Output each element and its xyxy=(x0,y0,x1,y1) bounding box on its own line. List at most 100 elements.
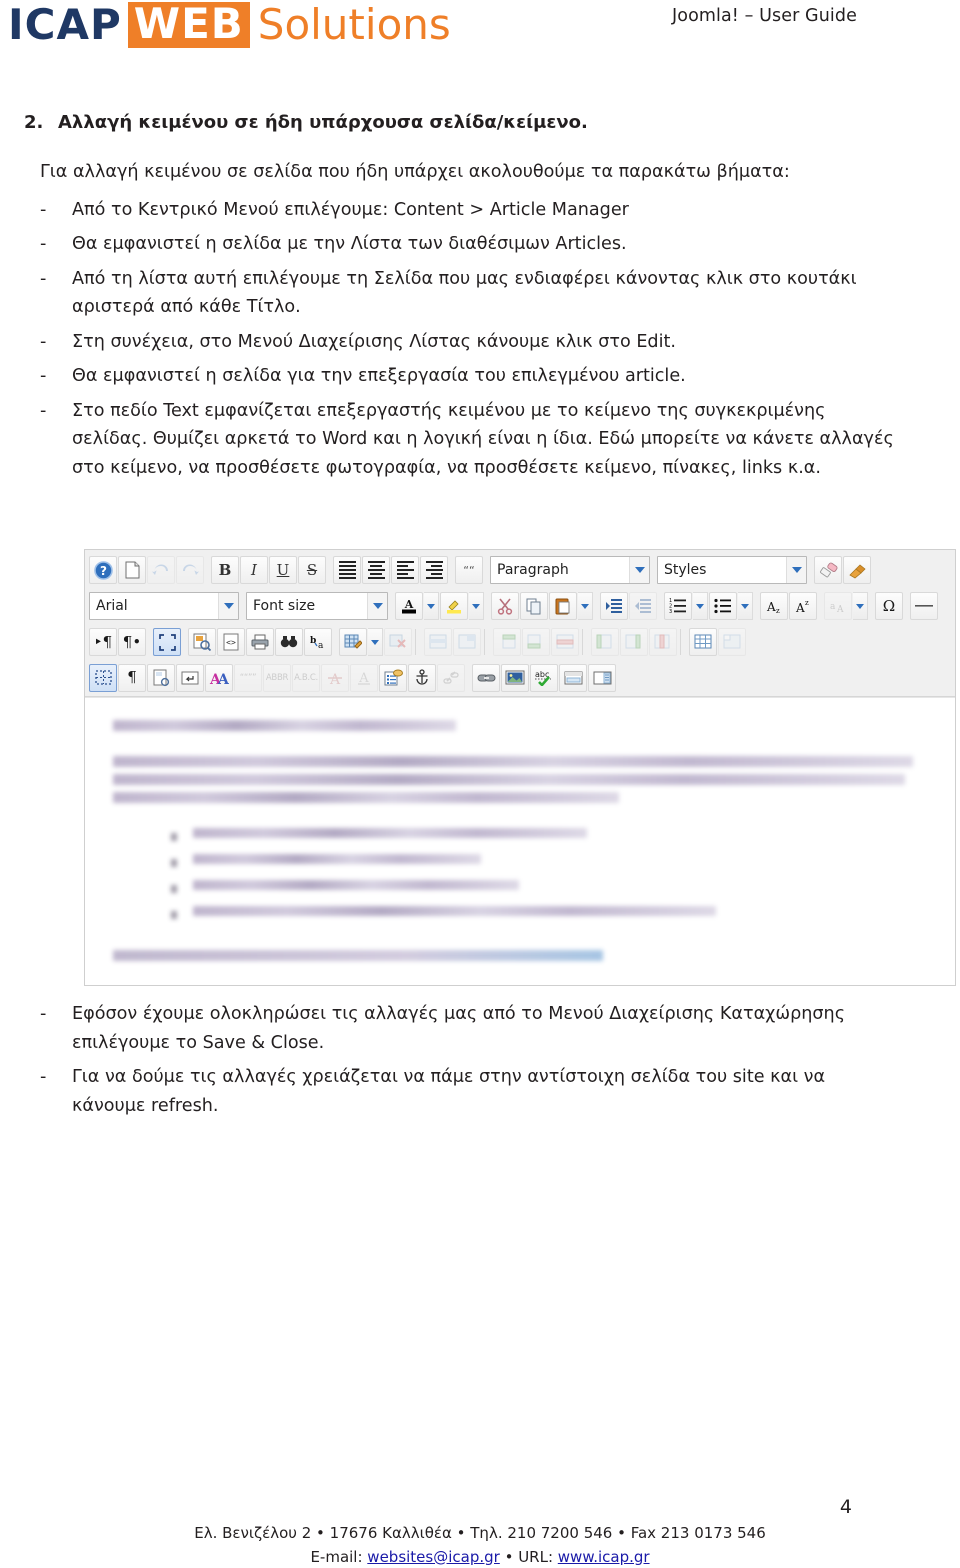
list-item: - Από τη λίστα αυτή επιλέγουμε τη Σελίδα… xyxy=(0,265,960,322)
source-code-icon[interactable]: <> xyxy=(217,628,245,656)
italic-icon[interactable]: I xyxy=(240,556,268,584)
delete-table-icon[interactable] xyxy=(384,628,412,656)
chevron-down-icon[interactable] xyxy=(218,593,238,619)
paragraph-rtl-icon[interactable]: ¶• xyxy=(118,628,146,656)
text-color-icon[interactable]: A xyxy=(395,592,423,620)
bullet-marker: - xyxy=(40,400,47,421)
paragraph-ltr-icon[interactable]: ‣¶ xyxy=(89,628,117,656)
subscript-icon[interactable]: Az xyxy=(760,592,788,620)
insert-iframe-icon[interactable] xyxy=(588,663,616,692)
chevron-down-icon[interactable] xyxy=(367,593,387,619)
unlink-icon[interactable] xyxy=(437,663,465,692)
quote-icon[interactable]: ““”” xyxy=(234,663,262,692)
paste-dropdown[interactable] xyxy=(578,592,593,620)
numbered-list-dropdown[interactable] xyxy=(693,592,708,620)
underline-icon[interactable]: U xyxy=(269,556,297,584)
font-family-select[interactable]: Arial xyxy=(89,592,239,620)
logo-text-icap: ICAP xyxy=(8,0,122,49)
page-number: 4 xyxy=(839,1496,852,1518)
cut-icon[interactable] xyxy=(491,592,519,620)
print-icon[interactable] xyxy=(246,628,274,656)
svg-text:A: A xyxy=(404,598,414,611)
redo-icon[interactable] xyxy=(176,556,204,584)
intro-paragraph: Για αλλαγή κειμένου σε σελίδα που ήδη υπ… xyxy=(40,162,790,182)
help-icon[interactable]: ? xyxy=(89,556,117,584)
paragraph-format-select[interactable]: Paragraph xyxy=(490,556,650,584)
styles-select[interactable]: Styles xyxy=(657,556,807,584)
acronym-icon[interactable]: A.B.C. xyxy=(292,663,320,692)
bulleted-list-dropdown[interactable] xyxy=(738,592,753,620)
styles-value: Styles xyxy=(664,562,707,578)
delete-column-icon[interactable] xyxy=(649,628,677,656)
footer-url-link[interactable]: www.icap.gr xyxy=(558,1548,650,1566)
anchor-icon[interactable] xyxy=(408,663,436,692)
table-row-props-icon[interactable] xyxy=(424,628,452,656)
insert-image-icon[interactable] xyxy=(501,663,529,692)
highlight-color-icon[interactable] xyxy=(440,592,468,620)
insert-column-after-icon[interactable] xyxy=(620,628,648,656)
preview-icon[interactable] xyxy=(188,628,216,656)
font-size-select[interactable]: Font size xyxy=(246,592,388,620)
text-color-dropdown[interactable] xyxy=(424,592,439,620)
editor-content-area[interactable] xyxy=(85,697,955,985)
footer-email-link[interactable]: websites@icap.gr xyxy=(367,1548,500,1566)
copy-icon[interactable] xyxy=(520,592,548,620)
indent-increase-icon[interactable] xyxy=(600,592,628,620)
toolbar-row-2: Arial Font size A 1 2 3 A z A z a A Ω xyxy=(85,588,955,624)
insert-table-dropdown[interactable] xyxy=(368,628,383,656)
font-style-icon[interactable]: AA xyxy=(205,663,233,692)
insert-row-after-icon[interactable] xyxy=(522,628,550,656)
anchor-link-icon[interactable]: aA xyxy=(824,592,852,620)
special-character-icon[interactable]: Ω xyxy=(875,592,903,620)
abbreviation-icon[interactable]: ABBR xyxy=(263,663,291,692)
blockquote-icon[interactable]: ““ xyxy=(455,556,483,584)
list-item-text: Θα εμφανιστεί η σελίδα για την επεξεργασ… xyxy=(72,366,686,386)
bulleted-list-icon[interactable] xyxy=(709,592,737,620)
insert-layer-icon[interactable] xyxy=(559,663,587,692)
horizontal-rule-icon[interactable] xyxy=(910,592,938,620)
anchor-link-dropdown[interactable] xyxy=(853,592,868,620)
paste-icon[interactable] xyxy=(549,592,577,620)
insert-row-before-icon[interactable] xyxy=(493,628,521,656)
spellcheck-icon[interactable]: abc xyxy=(530,663,558,692)
svg-text:A: A xyxy=(795,601,805,614)
line-break-icon[interactable] xyxy=(176,663,204,692)
format-painter-icon[interactable] xyxy=(843,556,871,584)
align-right-icon[interactable] xyxy=(420,556,448,584)
align-left-icon[interactable] xyxy=(391,556,419,584)
font-size-value: Font size xyxy=(253,598,316,614)
undo-icon[interactable] xyxy=(147,556,175,584)
show-invisibles-icon[interactable]: ¶ xyxy=(118,663,146,692)
align-justify-icon[interactable] xyxy=(333,556,361,584)
insert-column-before-icon[interactable] xyxy=(591,628,619,656)
template-icon[interactable] xyxy=(379,663,407,692)
indent-decrease-icon[interactable] xyxy=(629,592,657,620)
align-center-icon[interactable] xyxy=(362,556,390,584)
find-icon[interactable] xyxy=(275,628,303,656)
chevron-down-icon[interactable] xyxy=(786,557,806,583)
eraser-icon[interactable] xyxy=(814,556,842,584)
page-break-icon[interactable] xyxy=(147,663,175,692)
fullscreen-icon[interactable] xyxy=(153,628,181,656)
document-title: Joomla! – User Guide xyxy=(672,6,857,26)
link-icon[interactable] xyxy=(472,663,500,692)
chevron-down-icon[interactable] xyxy=(629,557,649,583)
bold-icon[interactable]: B xyxy=(211,556,239,584)
split-cells-icon[interactable] xyxy=(718,628,746,656)
remove-format-icon[interactable]: A xyxy=(321,663,349,692)
underline-style-icon[interactable]: A xyxy=(350,663,378,692)
blurred-bullet-list xyxy=(113,828,929,923)
merge-cells-icon[interactable] xyxy=(689,628,717,656)
find-replace-icon[interactable]: ba xyxy=(304,628,332,656)
highlight-color-dropdown[interactable] xyxy=(469,592,484,620)
strikethrough-icon[interactable]: S xyxy=(298,556,326,584)
delete-row-icon[interactable] xyxy=(551,628,579,656)
list-item-text: Στη συνέχεια, στο Μενού Διαχείρισης Λίστ… xyxy=(72,331,676,352)
list-item-text: Στο πεδίο Text εμφανίζεται επεξεργαστής … xyxy=(72,400,894,478)
new-document-icon[interactable] xyxy=(118,556,146,584)
show-guidelines-icon[interactable] xyxy=(89,663,117,692)
insert-table-icon[interactable] xyxy=(339,628,367,656)
table-cell-props-icon[interactable] xyxy=(453,628,481,656)
superscript-icon[interactable]: Az xyxy=(789,592,817,620)
numbered-list-icon[interactable]: 123 xyxy=(664,592,692,620)
